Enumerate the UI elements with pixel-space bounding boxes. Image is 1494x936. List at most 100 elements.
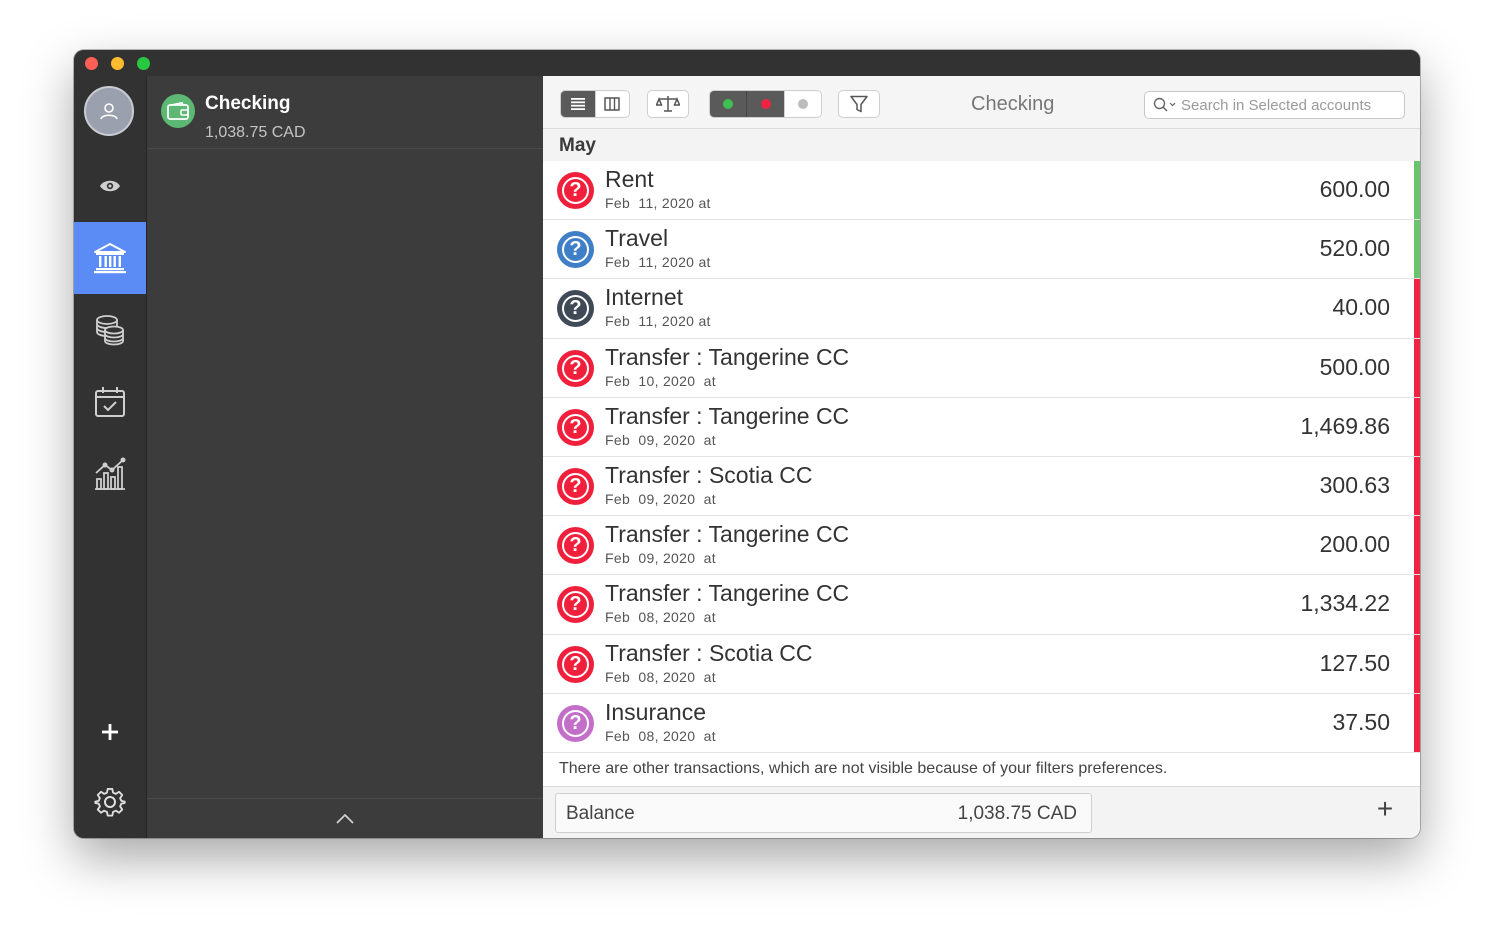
uncategorized-question-icon[interactable]: ? bbox=[557, 172, 594, 209]
gray-dot-icon bbox=[798, 99, 808, 109]
toolbar-title: Checking bbox=[971, 93, 1055, 115]
maximize-window-button[interactable] bbox=[137, 57, 150, 70]
user-icon bbox=[100, 103, 118, 120]
chart-icon bbox=[95, 457, 126, 490]
account-item-checking[interactable]: Checking 1,038.75 CAD bbox=[147, 76, 543, 149]
pending-filter-button[interactable] bbox=[784, 91, 821, 117]
transaction-title: Rent bbox=[605, 166, 654, 192]
collapse-button[interactable] bbox=[147, 798, 543, 838]
transaction-date: Feb 09, 2020 at bbox=[605, 550, 716, 567]
uncategorized-question-icon[interactable]: ? bbox=[557, 349, 594, 387]
balance-field: Balance 1,038.75 CAD bbox=[555, 793, 1092, 833]
question-mark-glyph: ? bbox=[562, 413, 589, 441]
transaction-date: Feb 11, 2020 at bbox=[605, 254, 711, 271]
nav-reports[interactable] bbox=[74, 438, 146, 510]
coins-icon bbox=[96, 315, 124, 346]
transaction-amount: 200.00 bbox=[1319, 531, 1390, 558]
uncategorized-question-icon[interactable]: ? bbox=[557, 586, 594, 624]
transaction-title: Transfer : Scotia CC bbox=[605, 639, 813, 666]
minimize-window-button[interactable] bbox=[111, 57, 124, 70]
transaction-amount: 520.00 bbox=[1319, 235, 1390, 262]
transactions-panel: Checking May ? Rent Feb 11, 2020 at 600.00?… bbox=[543, 76, 1420, 838]
nav-scheduled[interactable] bbox=[74, 366, 146, 438]
status-strip bbox=[1414, 161, 1420, 220]
green-dot-icon bbox=[723, 99, 733, 109]
transaction-amount: 127.50 bbox=[1319, 649, 1390, 676]
transaction-row[interactable]: ? Transfer : Tangerine CC Feb 09, 2020 at 1… bbox=[543, 397, 1420, 457]
transaction-date: Feb 10, 2020 at bbox=[605, 372, 716, 389]
account-name: Checking bbox=[205, 93, 291, 114]
transaction-row[interactable]: ? Transfer : Tangerine CC Feb 08, 2020 at 1… bbox=[543, 575, 1420, 635]
gear-icon bbox=[94, 788, 126, 817]
question-mark-glyph: ? bbox=[562, 650, 589, 678]
list-view-button[interactable] bbox=[561, 91, 595, 117]
transaction-row[interactable]: ? Insurance Feb 08, 2020 at 37.50 bbox=[543, 693, 1420, 753]
nav-rail bbox=[74, 76, 147, 838]
filter-notice: There are other transactions, which are … bbox=[559, 760, 1168, 777]
transaction-date: Feb 09, 2020 at bbox=[605, 431, 716, 448]
chevron-up-icon bbox=[336, 814, 354, 824]
uncategorized-question-icon[interactable]: ? bbox=[557, 467, 594, 505]
question-mark-glyph: ? bbox=[562, 591, 589, 619]
settings-button[interactable] bbox=[74, 766, 146, 838]
eye-icon bbox=[100, 180, 120, 192]
transaction-title: Travel bbox=[605, 225, 669, 252]
status-strip bbox=[1414, 693, 1420, 752]
transaction-row[interactable]: ? Transfer : Tangerine CC Feb 10, 2020 at 5… bbox=[543, 338, 1420, 398]
status-strip bbox=[1414, 634, 1420, 693]
uncategorized-question-icon[interactable]: ? bbox=[557, 290, 594, 328]
add-account-button[interactable] bbox=[74, 696, 146, 768]
column-view-button[interactable] bbox=[594, 91, 629, 117]
view-mode-segment bbox=[560, 90, 630, 118]
uncategorized-question-icon[interactable]: ? bbox=[557, 408, 594, 446]
transaction-row[interactable]: ? Transfer : Scotia CC Feb 09, 2020 at 300.… bbox=[543, 456, 1420, 517]
status-strip bbox=[1414, 516, 1420, 575]
search-field[interactable] bbox=[1144, 91, 1405, 119]
transaction-title: Transfer : Scotia CC bbox=[605, 461, 813, 488]
transaction-row[interactable]: ? Internet Feb 11, 2020 at 40.00 bbox=[543, 279, 1420, 339]
account-balance: 1,038.75 CAD bbox=[205, 124, 306, 141]
uncategorized-question-icon[interactable]: ? bbox=[557, 704, 594, 742]
nav-overview[interactable] bbox=[74, 150, 146, 222]
transaction-amount: 40.00 bbox=[1332, 294, 1390, 321]
uncategorized-question-icon[interactable]: ? bbox=[557, 231, 594, 269]
status-strip bbox=[1414, 338, 1420, 397]
bank-icon bbox=[94, 243, 126, 274]
search-icon bbox=[1153, 97, 1176, 112]
close-window-button[interactable] bbox=[85, 57, 98, 70]
question-mark-glyph: ? bbox=[562, 295, 589, 323]
reconcile-button[interactable] bbox=[647, 90, 689, 118]
transaction-title: Transfer : Tangerine CC bbox=[605, 343, 850, 370]
profile-avatar[interactable] bbox=[84, 86, 134, 136]
transaction-row[interactable]: ? Travel Feb 11, 2020 at 520.00 bbox=[543, 220, 1420, 280]
filter-button[interactable] bbox=[838, 90, 880, 118]
transaction-row[interactable]: ? Transfer : Scotia CC Feb 08, 2020 at 127.… bbox=[543, 634, 1420, 694]
transaction-list: ? Rent Feb 11, 2020 at 600.00? Travel Feb 11,… bbox=[543, 161, 1420, 753]
cleared-filter-button[interactable] bbox=[710, 91, 747, 117]
uncategorized-question-icon[interactable]: ? bbox=[557, 527, 594, 565]
funnel-icon bbox=[850, 95, 868, 113]
uncategorized-question-icon[interactable]: ? bbox=[557, 645, 594, 683]
toolbar: Checking bbox=[543, 76, 1420, 129]
transaction-title: Internet bbox=[605, 284, 683, 311]
transaction-date: Feb 08, 2020 at bbox=[605, 727, 716, 744]
columns-icon bbox=[604, 97, 621, 111]
uncleared-filter-button[interactable] bbox=[746, 91, 784, 117]
transaction-row[interactable]: ? Transfer : Tangerine CC Feb 09, 2020 at 2… bbox=[543, 516, 1420, 576]
nav-budgets[interactable] bbox=[74, 294, 146, 366]
section-label: May bbox=[559, 135, 596, 156]
transaction-amount: 300.63 bbox=[1319, 471, 1390, 498]
transaction-title: Transfer : Tangerine CC bbox=[605, 402, 850, 429]
transaction-amount: 1,334.22 bbox=[1300, 590, 1390, 617]
nav-accounts[interactable] bbox=[74, 222, 146, 294]
add-transaction-button[interactable]: + bbox=[1371, 795, 1399, 823]
balance-value: 1,038.75 CAD bbox=[957, 803, 1077, 824]
balance-label: Balance bbox=[566, 803, 635, 824]
transaction-title: Transfer : Tangerine CC bbox=[605, 521, 850, 548]
search-input[interactable] bbox=[1181, 96, 1401, 114]
transaction-amount: 1,469.86 bbox=[1300, 412, 1390, 439]
transaction-amount: 37.50 bbox=[1332, 708, 1390, 735]
question-mark-glyph: ? bbox=[562, 236, 589, 264]
transaction-date: Feb 11, 2020 at bbox=[605, 195, 711, 211]
transaction-row[interactable]: ? Rent Feb 11, 2020 at 600.00 bbox=[543, 161, 1420, 221]
